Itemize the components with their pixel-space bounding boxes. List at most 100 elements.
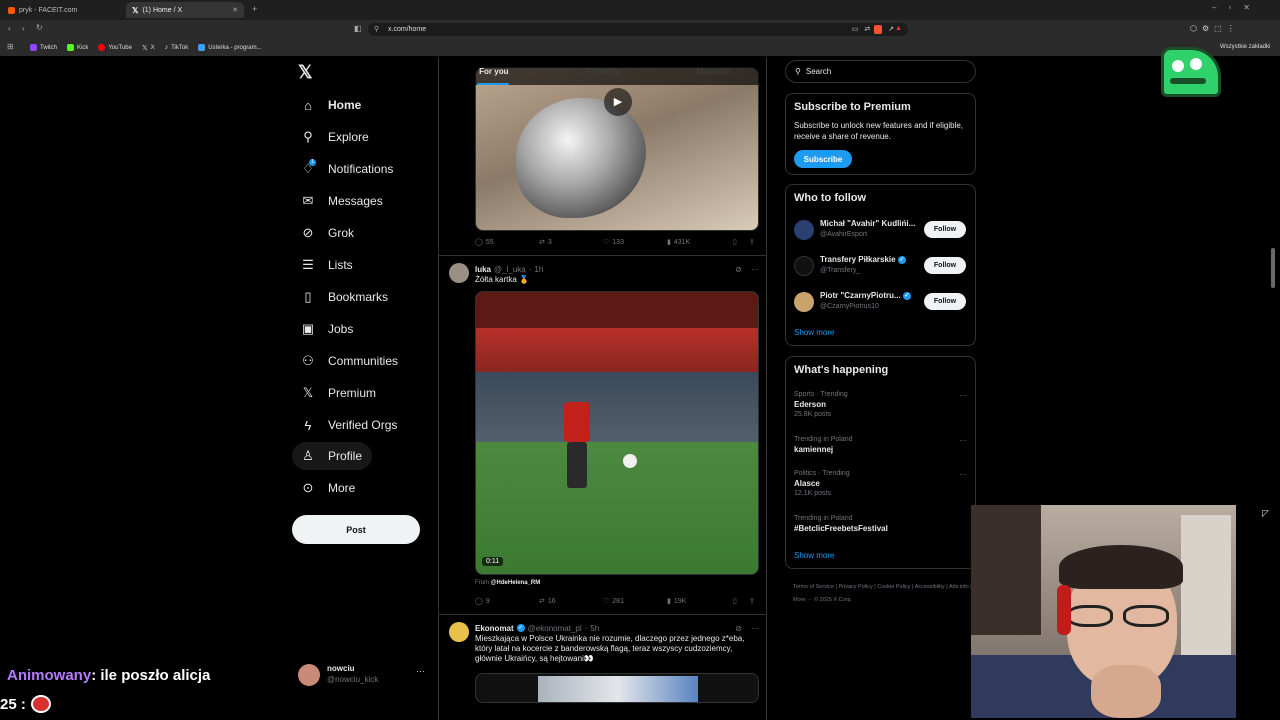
back-icon[interactable]: ‹ bbox=[8, 24, 11, 33]
tweet-image[interactable] bbox=[475, 673, 759, 703]
x-logo-icon[interactable]: 𝕏 bbox=[298, 62, 313, 83]
tweet-time[interactable]: 1h bbox=[534, 265, 543, 274]
nav-notifications[interactable]: ♢ 1 Notifications bbox=[292, 155, 401, 183]
bookmark-page-icon[interactable]: ◧ bbox=[354, 24, 362, 33]
nav-lists[interactable]: ☰ Lists bbox=[292, 251, 361, 279]
follow-button[interactable]: Follow bbox=[924, 293, 966, 310]
post-button[interactable]: Post bbox=[292, 515, 420, 544]
views-icon: ▮ bbox=[667, 239, 671, 246]
footer-link[interactable]: Cookie Policy bbox=[877, 584, 910, 590]
new-tab-icon[interactable]: + bbox=[252, 4, 257, 14]
account-switcher[interactable]: nowciu @nowciu_kick ··· bbox=[298, 662, 430, 688]
reply-icon: ◯ bbox=[475, 598, 483, 605]
bookmark-tiktok[interactable]: ♪ TikTok bbox=[165, 44, 189, 51]
brave-shield-icon[interactable] bbox=[874, 25, 882, 34]
more-dots-icon[interactable]: ··· bbox=[416, 666, 425, 676]
tweet-time[interactable]: 5h bbox=[590, 624, 599, 633]
browser-tab-x[interactable]: 𝕏 (1) Home / X ✕ bbox=[126, 2, 244, 18]
forward-icon[interactable]: › bbox=[22, 24, 25, 33]
browser-tab-faceit[interactable]: pryk - FACEIT.com bbox=[2, 2, 122, 18]
nav-grok[interactable]: ⊘ Grok bbox=[292, 219, 362, 247]
author-name[interactable]: luka bbox=[475, 265, 491, 274]
tab-following[interactable]: Following bbox=[549, 57, 659, 85]
avatar[interactable] bbox=[449, 622, 469, 642]
nav-more[interactable]: ⊙ More bbox=[292, 474, 363, 502]
all-bookmarks-label[interactable]: Wszystkie zakładki bbox=[1220, 44, 1270, 50]
nav-messages[interactable]: ✉ Messages bbox=[292, 187, 391, 215]
trend-item[interactable]: Trending in Poland kamiennej ··· bbox=[794, 436, 969, 456]
premium-card: Subscribe to Premium Subscribe to unlock… bbox=[785, 93, 976, 175]
nav-label: Home bbox=[328, 98, 362, 112]
tab-mamm0n[interactable]: Mamm0n bbox=[658, 57, 766, 85]
reload-icon[interactable]: ↻ bbox=[36, 23, 43, 32]
bookmark-kick[interactable]: Kick bbox=[67, 44, 88, 51]
site-info-icon[interactable]: ⚲ bbox=[374, 25, 379, 33]
repost-button[interactable]: ⇄ 3 bbox=[539, 238, 552, 247]
search-input[interactable]: ⚲ Search bbox=[785, 60, 976, 83]
more-dots-icon[interactable]: ··· bbox=[751, 265, 759, 274]
nav-verified-orgs[interactable]: ϟ Verified Orgs bbox=[292, 411, 405, 439]
rewards-icon[interactable]: ▲ bbox=[895, 25, 902, 32]
more-dots-icon[interactable]: ··· bbox=[959, 436, 967, 445]
footer-link[interactable]: Accessibility bbox=[915, 584, 945, 590]
follow-button[interactable]: Follow bbox=[924, 221, 966, 238]
bookmark-button[interactable]: ▯ bbox=[733, 238, 737, 246]
follow-suggestion[interactable]: Piotr "CzarnyPiotru... ✓ @CzarnyPiotrus1… bbox=[794, 290, 969, 314]
views-button[interactable]: ▮ 431K bbox=[667, 238, 690, 247]
footer-link[interactable]: More ··· bbox=[793, 597, 813, 603]
extensions-toolbar[interactable]: ⬡⚙⬚⋮ bbox=[1190, 24, 1240, 33]
more-dots-icon[interactable]: ··· bbox=[959, 391, 967, 400]
author-name[interactable]: Ekonomat bbox=[475, 624, 514, 633]
reply-button[interactable]: ◯ 55 bbox=[475, 238, 494, 247]
grok-icon[interactable]: ⊘ bbox=[735, 624, 742, 633]
nav-explore[interactable]: ⚲ Explore bbox=[292, 123, 377, 151]
bookmark-x[interactable]: 𝕏X bbox=[142, 44, 155, 52]
subscribe-button[interactable]: Subscribe bbox=[794, 150, 852, 168]
play-icon[interactable]: ▶ bbox=[604, 88, 632, 116]
video-source[interactable]: From @HdeHelena_RM bbox=[475, 580, 540, 586]
nav-profile[interactable]: ♙ Profile bbox=[292, 442, 372, 470]
like-button[interactable]: ♡ 133 bbox=[603, 238, 624, 247]
repost-button[interactable]: ⇄ 16 bbox=[539, 597, 556, 606]
bookmark-button[interactable]: ▯ bbox=[733, 597, 737, 605]
show-more-link[interactable]: Show more bbox=[794, 328, 834, 337]
close-tab-icon[interactable]: ✕ bbox=[232, 6, 238, 14]
nav-home[interactable]: ⌂ Home bbox=[292, 91, 369, 119]
footer-link[interactable]: Terms of Service bbox=[793, 584, 834, 590]
apps-grid-icon[interactable]: ⊞ bbox=[7, 42, 14, 51]
bookmark-twitch[interactable]: Twitch bbox=[30, 44, 57, 51]
footer-link[interactable]: Privacy Policy bbox=[838, 584, 872, 590]
more-dots-icon[interactable]: ··· bbox=[959, 470, 967, 479]
tab-for-you[interactable]: For you bbox=[439, 57, 549, 85]
address-bar[interactable]: ⚲ x.com/home ▭⇄⊕↗ ▲ bbox=[368, 23, 908, 36]
tweet-video[interactable]: 0:11 bbox=[475, 291, 759, 575]
nav-bookmarks[interactable]: ▯ Bookmarks bbox=[292, 283, 396, 311]
tweet-video[interactable]: ▶ bbox=[475, 67, 759, 231]
follow-button[interactable]: Follow bbox=[924, 257, 966, 274]
share-button[interactable]: ⇪ bbox=[749, 597, 755, 605]
grok-icon[interactable]: ⊘ bbox=[735, 265, 742, 274]
author-handle[interactable]: @ekonomat_pl bbox=[528, 624, 582, 633]
bookmark-usterka[interactable]: Usterka - program... bbox=[198, 44, 262, 51]
show-more-link[interactable]: Show more bbox=[794, 551, 834, 560]
window-controls[interactable]: –▫✕ bbox=[1212, 3, 1262, 12]
nav-communities[interactable]: ⚇ Communities bbox=[292, 347, 406, 375]
views-button[interactable]: ▮ 19K bbox=[667, 597, 686, 606]
like-button[interactable]: ♡ 281 bbox=[603, 597, 624, 606]
footer-link[interactable]: Ads info bbox=[949, 584, 969, 590]
tab-label: Mamm0n bbox=[696, 67, 730, 76]
page-scrollbar[interactable] bbox=[1271, 248, 1275, 288]
trend-item[interactable]: Politics · Trending Alasce 12.1K posts ·… bbox=[794, 470, 969, 500]
bookmark-youtube[interactable]: YouTube bbox=[98, 44, 132, 51]
follow-suggestion[interactable]: Transfery Piłkarskie ✓ @Transfery_ Follo… bbox=[794, 254, 969, 278]
follow-suggestion[interactable]: Michał "Avahir" Kudlińi... @AvahirEsport… bbox=[794, 218, 969, 242]
nav-premium[interactable]: 𝕏 Premium bbox=[292, 379, 384, 407]
avatar[interactable] bbox=[449, 263, 469, 283]
author-handle[interactable]: @_l_uka bbox=[494, 265, 526, 274]
nav-jobs[interactable]: ▣ Jobs bbox=[292, 315, 361, 343]
trend-item[interactable]: Sports · Trending Ederson 25.8K posts ··… bbox=[794, 391, 969, 421]
trend-item[interactable]: Trending in Poland #BetclicFreebetsFesti… bbox=[794, 515, 969, 535]
more-dots-icon[interactable]: ··· bbox=[751, 624, 759, 633]
reply-button[interactable]: ◯ 9 bbox=[475, 597, 490, 606]
share-button[interactable]: ⇪ bbox=[749, 238, 755, 246]
